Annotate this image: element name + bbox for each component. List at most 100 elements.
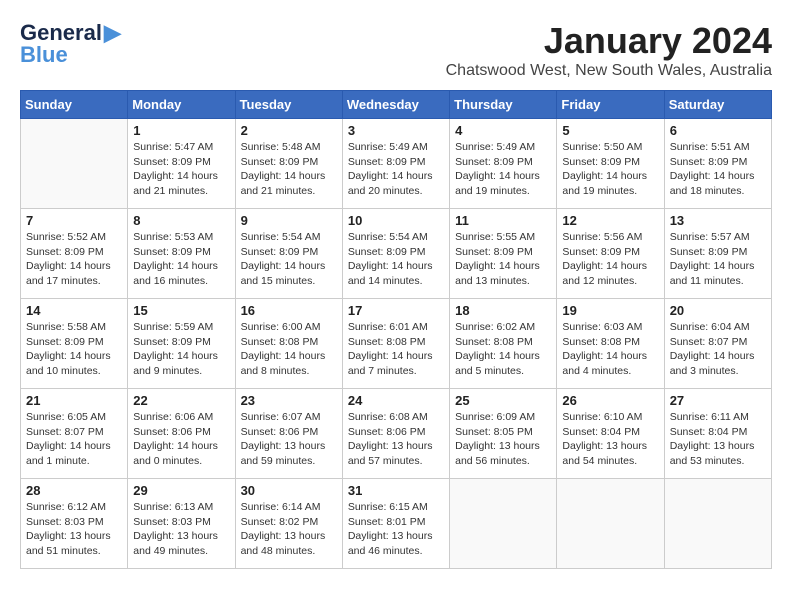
calendar-table: SundayMondayTuesdayWednesdayThursdayFrid… [20,90,772,569]
day-info: Sunrise: 6:09 AMSunset: 8:05 PMDaylight:… [455,410,551,469]
day-number: 9 [241,213,337,228]
day-info: Sunrise: 6:08 AMSunset: 8:06 PMDaylight:… [348,410,444,469]
week-row-1: 1 Sunrise: 5:47 AMSunset: 8:09 PMDaylight… [21,119,772,209]
day-info: Sunrise: 5:50 AMSunset: 8:09 PMDaylight:… [562,140,658,199]
calendar-cell: 31 Sunrise: 6:15 AMSunset: 8:01 PMDayligh… [342,479,449,569]
title-section: January 2024 Chatswood West, New South W… [446,20,772,80]
day-info: Sunrise: 6:05 AMSunset: 8:07 PMDaylight:… [26,410,122,469]
calendar-cell: 17Sunrise: 6:01 AMSunset: 8:08 PMDayligh… [342,299,449,389]
day-info: Sunrise: 6:04 AMSunset: 8:07 PMDaylight:… [670,320,766,379]
calendar-cell: 20 Sunrise: 6:04 AMSunset: 8:07 PMDayligh… [664,299,771,389]
day-info: Sunrise: 5:54 AMSunset: 8:09 PMDaylight:… [241,230,337,289]
calendar-cell [557,479,664,569]
day-number: 29 [133,483,229,498]
day-number: 22 [133,393,229,408]
day-number: 4 [455,123,551,138]
calendar-cell: 9 Sunrise: 5:54 AMSunset: 8:09 PMDaylight… [235,209,342,299]
day-info: Sunrise: 6:00 AMSunset: 8:08 PMDaylight:… [241,320,337,379]
day-header-friday: Friday [557,91,664,119]
calendar-cell: 5 Sunrise: 5:50 AMSunset: 8:09 PMDaylight… [557,119,664,209]
location-subtitle: Chatswood West, New South Wales, Austral… [446,62,772,80]
calendar-cell: 11 Sunrise: 5:55 AMSunset: 8:09 PMDayligh… [450,209,557,299]
day-info: Sunrise: 6:02 AMSunset: 8:08 PMDaylight:… [455,320,551,379]
day-info: Sunrise: 6:11 AMSunset: 8:04 PMDaylight:… [670,410,766,469]
logo: General ▶ Blue [20,20,121,68]
day-info: Sunrise: 5:48 AMSunset: 8:09 PMDaylight:… [241,140,337,199]
day-number: 1 [133,123,229,138]
day-number: 19 [562,303,658,318]
day-info: Sunrise: 6:06 AMSunset: 8:06 PMDaylight:… [133,410,229,469]
day-number: 11 [455,213,551,228]
day-number: 7 [26,213,122,228]
day-info: Sunrise: 5:55 AMSunset: 8:09 PMDaylight:… [455,230,551,289]
calendar-cell [21,119,128,209]
day-header-saturday: Saturday [664,91,771,119]
day-number: 21 [26,393,122,408]
day-number: 16 [241,303,337,318]
day-info: Sunrise: 6:15 AMSunset: 8:01 PMDaylight:… [348,500,444,559]
calendar-cell: 19Sunrise: 6:03 AMSunset: 8:08 PMDayligh… [557,299,664,389]
day-info: Sunrise: 6:10 AMSunset: 8:04 PMDaylight:… [562,410,658,469]
calendar-cell [664,479,771,569]
calendar-cell: 26 Sunrise: 6:10 AMSunset: 8:04 PMDayligh… [557,389,664,479]
week-row-5: 28 Sunrise: 6:12 AMSunset: 8:03 PMDayligh… [21,479,772,569]
calendar-cell: 3Sunrise: 5:49 AMSunset: 8:09 PMDaylight… [342,119,449,209]
calendar-cell: 18 Sunrise: 6:02 AMSunset: 8:08 PMDayligh… [450,299,557,389]
calendar-cell [450,479,557,569]
day-number: 26 [562,393,658,408]
day-number: 14 [26,303,122,318]
day-number: 2 [241,123,337,138]
day-number: 12 [562,213,658,228]
logo-bird-icon: ▶ [104,20,121,46]
calendar-cell: 16 Sunrise: 6:00 AMSunset: 8:08 PMDayligh… [235,299,342,389]
day-info: Sunrise: 6:07 AMSunset: 8:06 PMDaylight:… [241,410,337,469]
calendar-cell: 8 Sunrise: 5:53 AMSunset: 8:09 PMDaylight… [128,209,235,299]
day-header-sunday: Sunday [21,91,128,119]
calendar-cell: 7 Sunrise: 5:52 AMSunset: 8:09 PMDaylight… [21,209,128,299]
day-number: 27 [670,393,766,408]
day-header-monday: Monday [128,91,235,119]
calendar-cell: 27 Sunrise: 6:11 AMSunset: 8:04 PMDayligh… [664,389,771,479]
page-header: General ▶ Blue January 2024 Chatswood We… [20,20,772,80]
calendar-cell: 14 Sunrise: 5:58 AMSunset: 8:09 PMDayligh… [21,299,128,389]
day-info: Sunrise: 5:53 AMSunset: 8:09 PMDaylight:… [133,230,229,289]
day-number: 20 [670,303,766,318]
day-info: Sunrise: 5:47 AMSunset: 8:09 PMDaylight:… [133,140,229,199]
day-info: Sunrise: 5:57 AMSunset: 8:09 PMDaylight:… [670,230,766,289]
day-number: 5 [562,123,658,138]
day-number: 8 [133,213,229,228]
day-number: 6 [670,123,766,138]
day-number: 31 [348,483,444,498]
week-row-2: 7 Sunrise: 5:52 AMSunset: 8:09 PMDaylight… [21,209,772,299]
calendar-cell: 29 Sunrise: 6:13 AMSunset: 8:03 PMDayligh… [128,479,235,569]
day-info: Sunrise: 5:59 AMSunset: 8:09 PMDaylight:… [133,320,229,379]
calendar-cell: 28 Sunrise: 6:12 AMSunset: 8:03 PMDayligh… [21,479,128,569]
day-number: 25 [455,393,551,408]
week-row-3: 14 Sunrise: 5:58 AMSunset: 8:09 PMDayligh… [21,299,772,389]
calendar-cell: 1 Sunrise: 5:47 AMSunset: 8:09 PMDaylight… [128,119,235,209]
day-info: Sunrise: 5:58 AMSunset: 8:09 PMDaylight:… [26,320,122,379]
day-header-tuesday: Tuesday [235,91,342,119]
day-number: 28 [26,483,122,498]
week-row-4: 21 Sunrise: 6:05 AMSunset: 8:07 PMDayligh… [21,389,772,479]
day-info: Sunrise: 6:12 AMSunset: 8:03 PMDaylight:… [26,500,122,559]
day-info: Sunrise: 6:01 AMSunset: 8:08 PMDaylight:… [348,320,444,379]
day-info: Sunrise: 6:14 AMSunset: 8:02 PMDaylight:… [241,500,337,559]
day-number: 18 [455,303,551,318]
day-info: Sunrise: 5:49 AMSunset: 8:09 PMDaylight:… [348,140,444,199]
day-number: 10 [348,213,444,228]
calendar-cell: 22 Sunrise: 6:06 AMSunset: 8:06 PMDayligh… [128,389,235,479]
calendar-header-row: SundayMondayTuesdayWednesdayThursdayFrid… [21,91,772,119]
day-info: Sunrise: 5:52 AMSunset: 8:09 PMDaylight:… [26,230,122,289]
calendar-cell: 21 Sunrise: 6:05 AMSunset: 8:07 PMDayligh… [21,389,128,479]
day-info: Sunrise: 5:49 AMSunset: 8:09 PMDaylight:… [455,140,551,199]
calendar-cell: 10Sunrise: 5:54 AMSunset: 8:09 PMDayligh… [342,209,449,299]
day-header-thursday: Thursday [450,91,557,119]
calendar-cell: 13Sunrise: 5:57 AMSunset: 8:09 PMDayligh… [664,209,771,299]
calendar-cell: 15Sunrise: 5:59 AMSunset: 8:09 PMDayligh… [128,299,235,389]
month-title: January 2024 [446,20,772,62]
logo-blue: Blue [20,42,68,68]
day-info: Sunrise: 6:13 AMSunset: 8:03 PMDaylight:… [133,500,229,559]
day-number: 23 [241,393,337,408]
calendar-cell: 25 Sunrise: 6:09 AMSunset: 8:05 PMDayligh… [450,389,557,479]
